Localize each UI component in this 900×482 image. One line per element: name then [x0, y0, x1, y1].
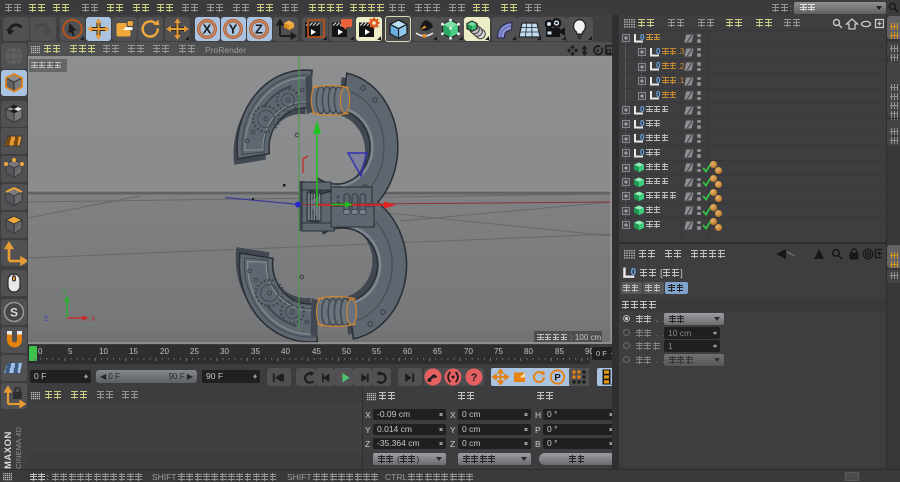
- svg-text:0: 0: [640, 105, 645, 114]
- svg-text:0: 0: [656, 47, 661, 56]
- svg-text:P: P: [554, 372, 561, 383]
- svg-text:X: X: [203, 21, 212, 36]
- svg-text:?: ?: [471, 372, 478, 384]
- svg-text:Y: Y: [62, 289, 67, 296]
- svg-text:0: 0: [640, 119, 645, 128]
- svg-text:0: 0: [640, 33, 645, 42]
- svg-text:Z: Z: [255, 21, 263, 36]
- svg-text:0: 0: [656, 76, 661, 85]
- svg-text:Y: Y: [229, 21, 238, 36]
- svg-text:0: 0: [656, 61, 661, 70]
- svg-text:0: 0: [640, 133, 645, 142]
- svg-text:S: S: [10, 306, 18, 320]
- svg-text:0: 0: [656, 90, 661, 99]
- svg-text:X: X: [91, 316, 96, 323]
- svg-text:0: 0: [631, 267, 637, 278]
- svg-text:Z: Z: [44, 316, 49, 323]
- svg-text:0: 0: [640, 148, 645, 157]
